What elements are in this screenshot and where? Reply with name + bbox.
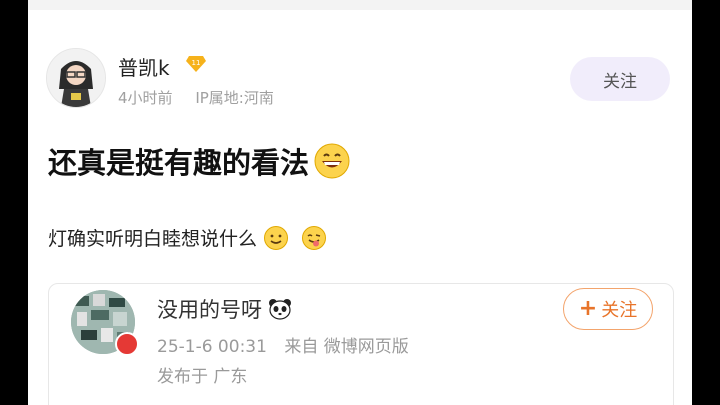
panda-emoji-icon	[269, 299, 291, 320]
quoted-author-name-row: 没用的号呀	[157, 294, 292, 324]
quoted-datetime: 25-1-6 00:31	[157, 337, 267, 357]
plus-icon: +	[578, 296, 598, 321]
quoted-author-name[interactable]: 没用的号呀	[157, 294, 262, 324]
vip-badge-icon: 11	[186, 56, 206, 72]
post-headline: 还真是挺有趣的看法	[48, 140, 351, 182]
post-time: 4小时前	[118, 89, 173, 107]
quoted-source: 来自 微博网页版	[284, 337, 409, 357]
headline-text: 还真是挺有趣的看法	[48, 146, 310, 180]
tongue-emoji-icon	[302, 225, 327, 250]
smile-emoji-icon	[264, 225, 289, 250]
quoted-follow-label: 关注	[601, 300, 638, 321]
phone-screen: 普凯k 11 4小时前 IP属地:河南 关注 还真是挺有趣的看法 灯确实听明白睦…	[28, 0, 692, 405]
avatar-illustration	[47, 49, 105, 107]
grinning-emoji-icon	[314, 143, 350, 179]
verified-badge-icon	[115, 332, 139, 356]
author-name[interactable]: 普凯k	[118, 52, 170, 81]
author-avatar[interactable]	[46, 48, 106, 108]
post-meta: 4小时前 IP属地:河南	[118, 87, 292, 108]
status-area	[28, 0, 692, 10]
quoted-location: 发布于 广东	[157, 367, 248, 387]
quoted-meta: 25-1-6 00:31 来自 微博网页版	[157, 332, 421, 357]
ip-location: IP属地:河南	[195, 89, 274, 107]
quoted-post-card[interactable]: 没用的号呀 25-1-6 00:31 来自 微博网页版 发布于 广东 + 关注	[48, 283, 674, 405]
vip-level: 11	[192, 59, 201, 67]
quoted-follow-button[interactable]: + 关注	[563, 288, 653, 330]
post-body: 灯确实听明白睦想说什么	[48, 224, 327, 251]
follow-button[interactable]: 关注	[570, 57, 670, 101]
body-text: 灯确实听明白睦想说什么	[48, 228, 258, 250]
